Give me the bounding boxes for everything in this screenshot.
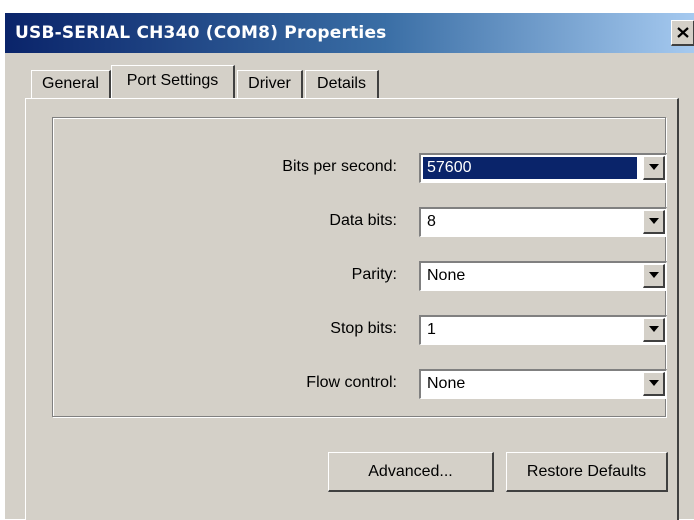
data-bits-dropdown-button[interactable] xyxy=(643,210,665,234)
bits-per-second-dropdown-button[interactable] xyxy=(643,156,665,180)
tab-driver[interactable]: Driver xyxy=(237,70,303,98)
stop-bits-select[interactable]: 1 xyxy=(419,315,667,345)
parity-dropdown-button[interactable] xyxy=(643,264,665,288)
tab-port-settings[interactable]: Port Settings xyxy=(111,65,235,98)
tab-general-label: General xyxy=(42,75,99,92)
parity-label: Parity: xyxy=(351,266,397,283)
data-bits-label: Data bits: xyxy=(329,212,397,229)
restore-defaults-button[interactable]: Restore Defaults xyxy=(506,452,668,492)
chevron-down-icon xyxy=(649,380,659,386)
bits-per-second-select[interactable]: 57600 xyxy=(419,153,667,183)
bits-per-second-label: Bits per second: xyxy=(282,158,397,175)
bits-per-second-value: 57600 xyxy=(423,157,637,179)
stop-bits-value: 1 xyxy=(427,321,436,338)
tab-details[interactable]: Details xyxy=(305,70,379,98)
chevron-down-icon xyxy=(649,164,659,170)
stop-bits-dropdown-button[interactable] xyxy=(643,318,665,342)
stop-bits-label: Stop bits: xyxy=(330,320,397,337)
flow-control-value: None xyxy=(427,375,466,392)
flow-control-select[interactable]: None xyxy=(419,369,667,399)
port-settings-panel: Bits per second: 57600 Data bits: 8 Pari… xyxy=(25,98,679,520)
advanced-button[interactable]: Advanced... xyxy=(328,452,494,492)
close-icon xyxy=(677,27,689,38)
chevron-down-icon xyxy=(649,272,659,278)
tab-details-label: Details xyxy=(317,75,366,92)
chevron-down-icon xyxy=(649,218,659,224)
data-bits-select[interactable]: 8 xyxy=(419,207,667,237)
flow-control-dropdown-button[interactable] xyxy=(643,372,665,396)
parity-value: None xyxy=(427,267,466,284)
chevron-down-icon xyxy=(649,326,659,332)
parity-select[interactable]: None xyxy=(419,261,667,291)
port-settings-group: Bits per second: 57600 Data bits: 8 Pari… xyxy=(52,117,667,417)
close-button[interactable] xyxy=(671,20,694,46)
window-title: USB-SERIAL CH340 (COM8) Properties xyxy=(15,23,387,43)
tab-driver-label: Driver xyxy=(248,75,291,92)
title-bar[interactable]: USB-SERIAL CH340 (COM8) Properties xyxy=(5,13,694,53)
data-bits-value: 8 xyxy=(427,213,436,230)
tab-port-settings-label: Port Settings xyxy=(126,72,219,89)
properties-dialog: USB-SERIAL CH340 (COM8) Properties Gener… xyxy=(4,12,694,520)
tab-general[interactable]: General xyxy=(31,70,111,98)
flow-control-label: Flow control: xyxy=(306,374,397,391)
